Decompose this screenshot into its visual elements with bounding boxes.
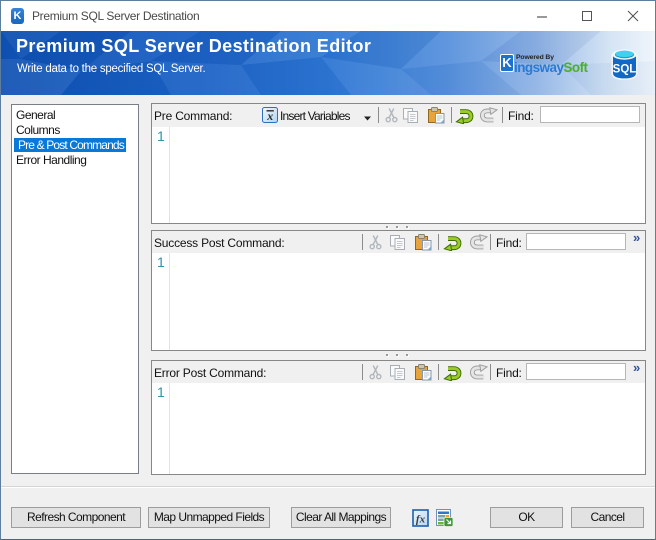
svg-text:fx: fx (416, 514, 426, 526)
svg-text:SQL: SQL (613, 64, 637, 76)
svg-text:x: x (266, 109, 273, 123)
